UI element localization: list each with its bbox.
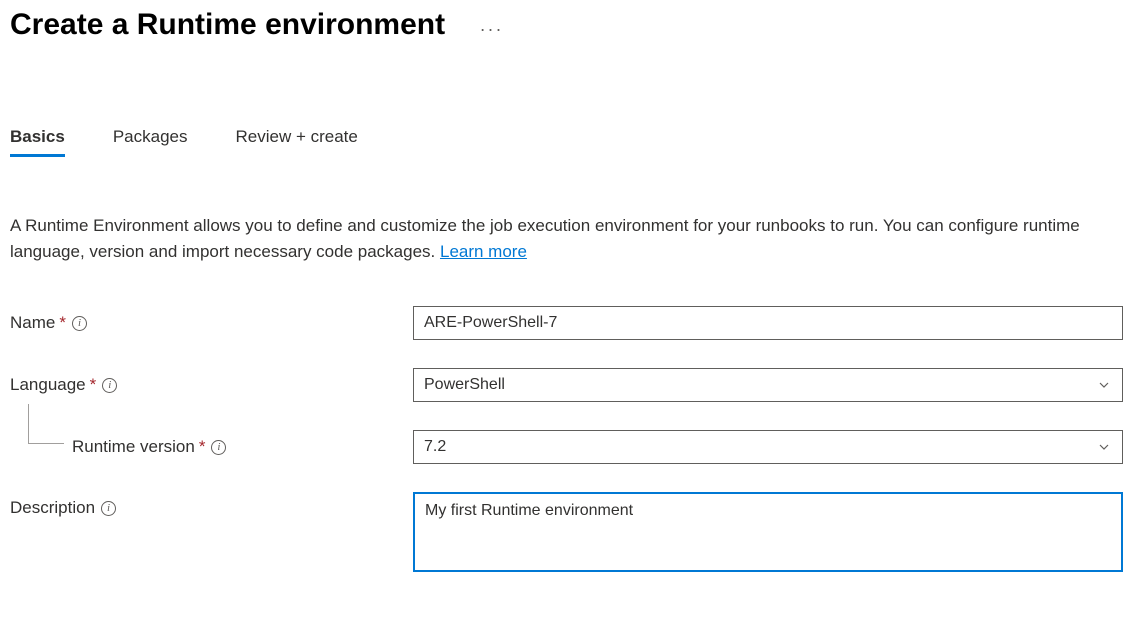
required-indicator: * xyxy=(199,437,206,457)
required-indicator: * xyxy=(59,313,66,333)
description-label: Description xyxy=(10,498,95,518)
description-textarea[interactable] xyxy=(413,492,1123,572)
runtime-version-label: Runtime version xyxy=(72,437,195,457)
form: Name * i Language * i PowerShell Runtime… xyxy=(10,306,1123,572)
chevron-down-icon xyxy=(1098,441,1110,453)
intro-text: A Runtime Environment allows you to defi… xyxy=(10,216,1080,261)
tab-review-create[interactable]: Review + create xyxy=(236,127,358,155)
tab-packages[interactable]: Packages xyxy=(113,127,188,155)
more-actions-icon[interactable]: ··· xyxy=(480,19,504,40)
name-input[interactable] xyxy=(413,306,1123,340)
runtime-version-value: 7.2 xyxy=(424,438,446,456)
name-label: Name xyxy=(10,313,55,333)
tab-basics[interactable]: Basics xyxy=(10,127,65,155)
runtime-version-select[interactable]: 7.2 xyxy=(413,430,1123,464)
indent-line xyxy=(28,404,64,444)
required-indicator: * xyxy=(90,375,97,395)
intro-description: A Runtime Environment allows you to defi… xyxy=(10,213,1110,264)
info-icon[interactable]: i xyxy=(72,316,87,331)
language-label: Language xyxy=(10,375,86,395)
page-title: Create a Runtime environment xyxy=(10,8,445,42)
language-select[interactable]: PowerShell xyxy=(413,368,1123,402)
tabs: Basics Packages Review + create xyxy=(10,127,1123,155)
info-icon[interactable]: i xyxy=(102,378,117,393)
info-icon[interactable]: i xyxy=(211,440,226,455)
language-value: PowerShell xyxy=(424,376,505,394)
learn-more-link[interactable]: Learn more xyxy=(440,242,527,261)
info-icon[interactable]: i xyxy=(101,501,116,516)
chevron-down-icon xyxy=(1098,379,1110,391)
